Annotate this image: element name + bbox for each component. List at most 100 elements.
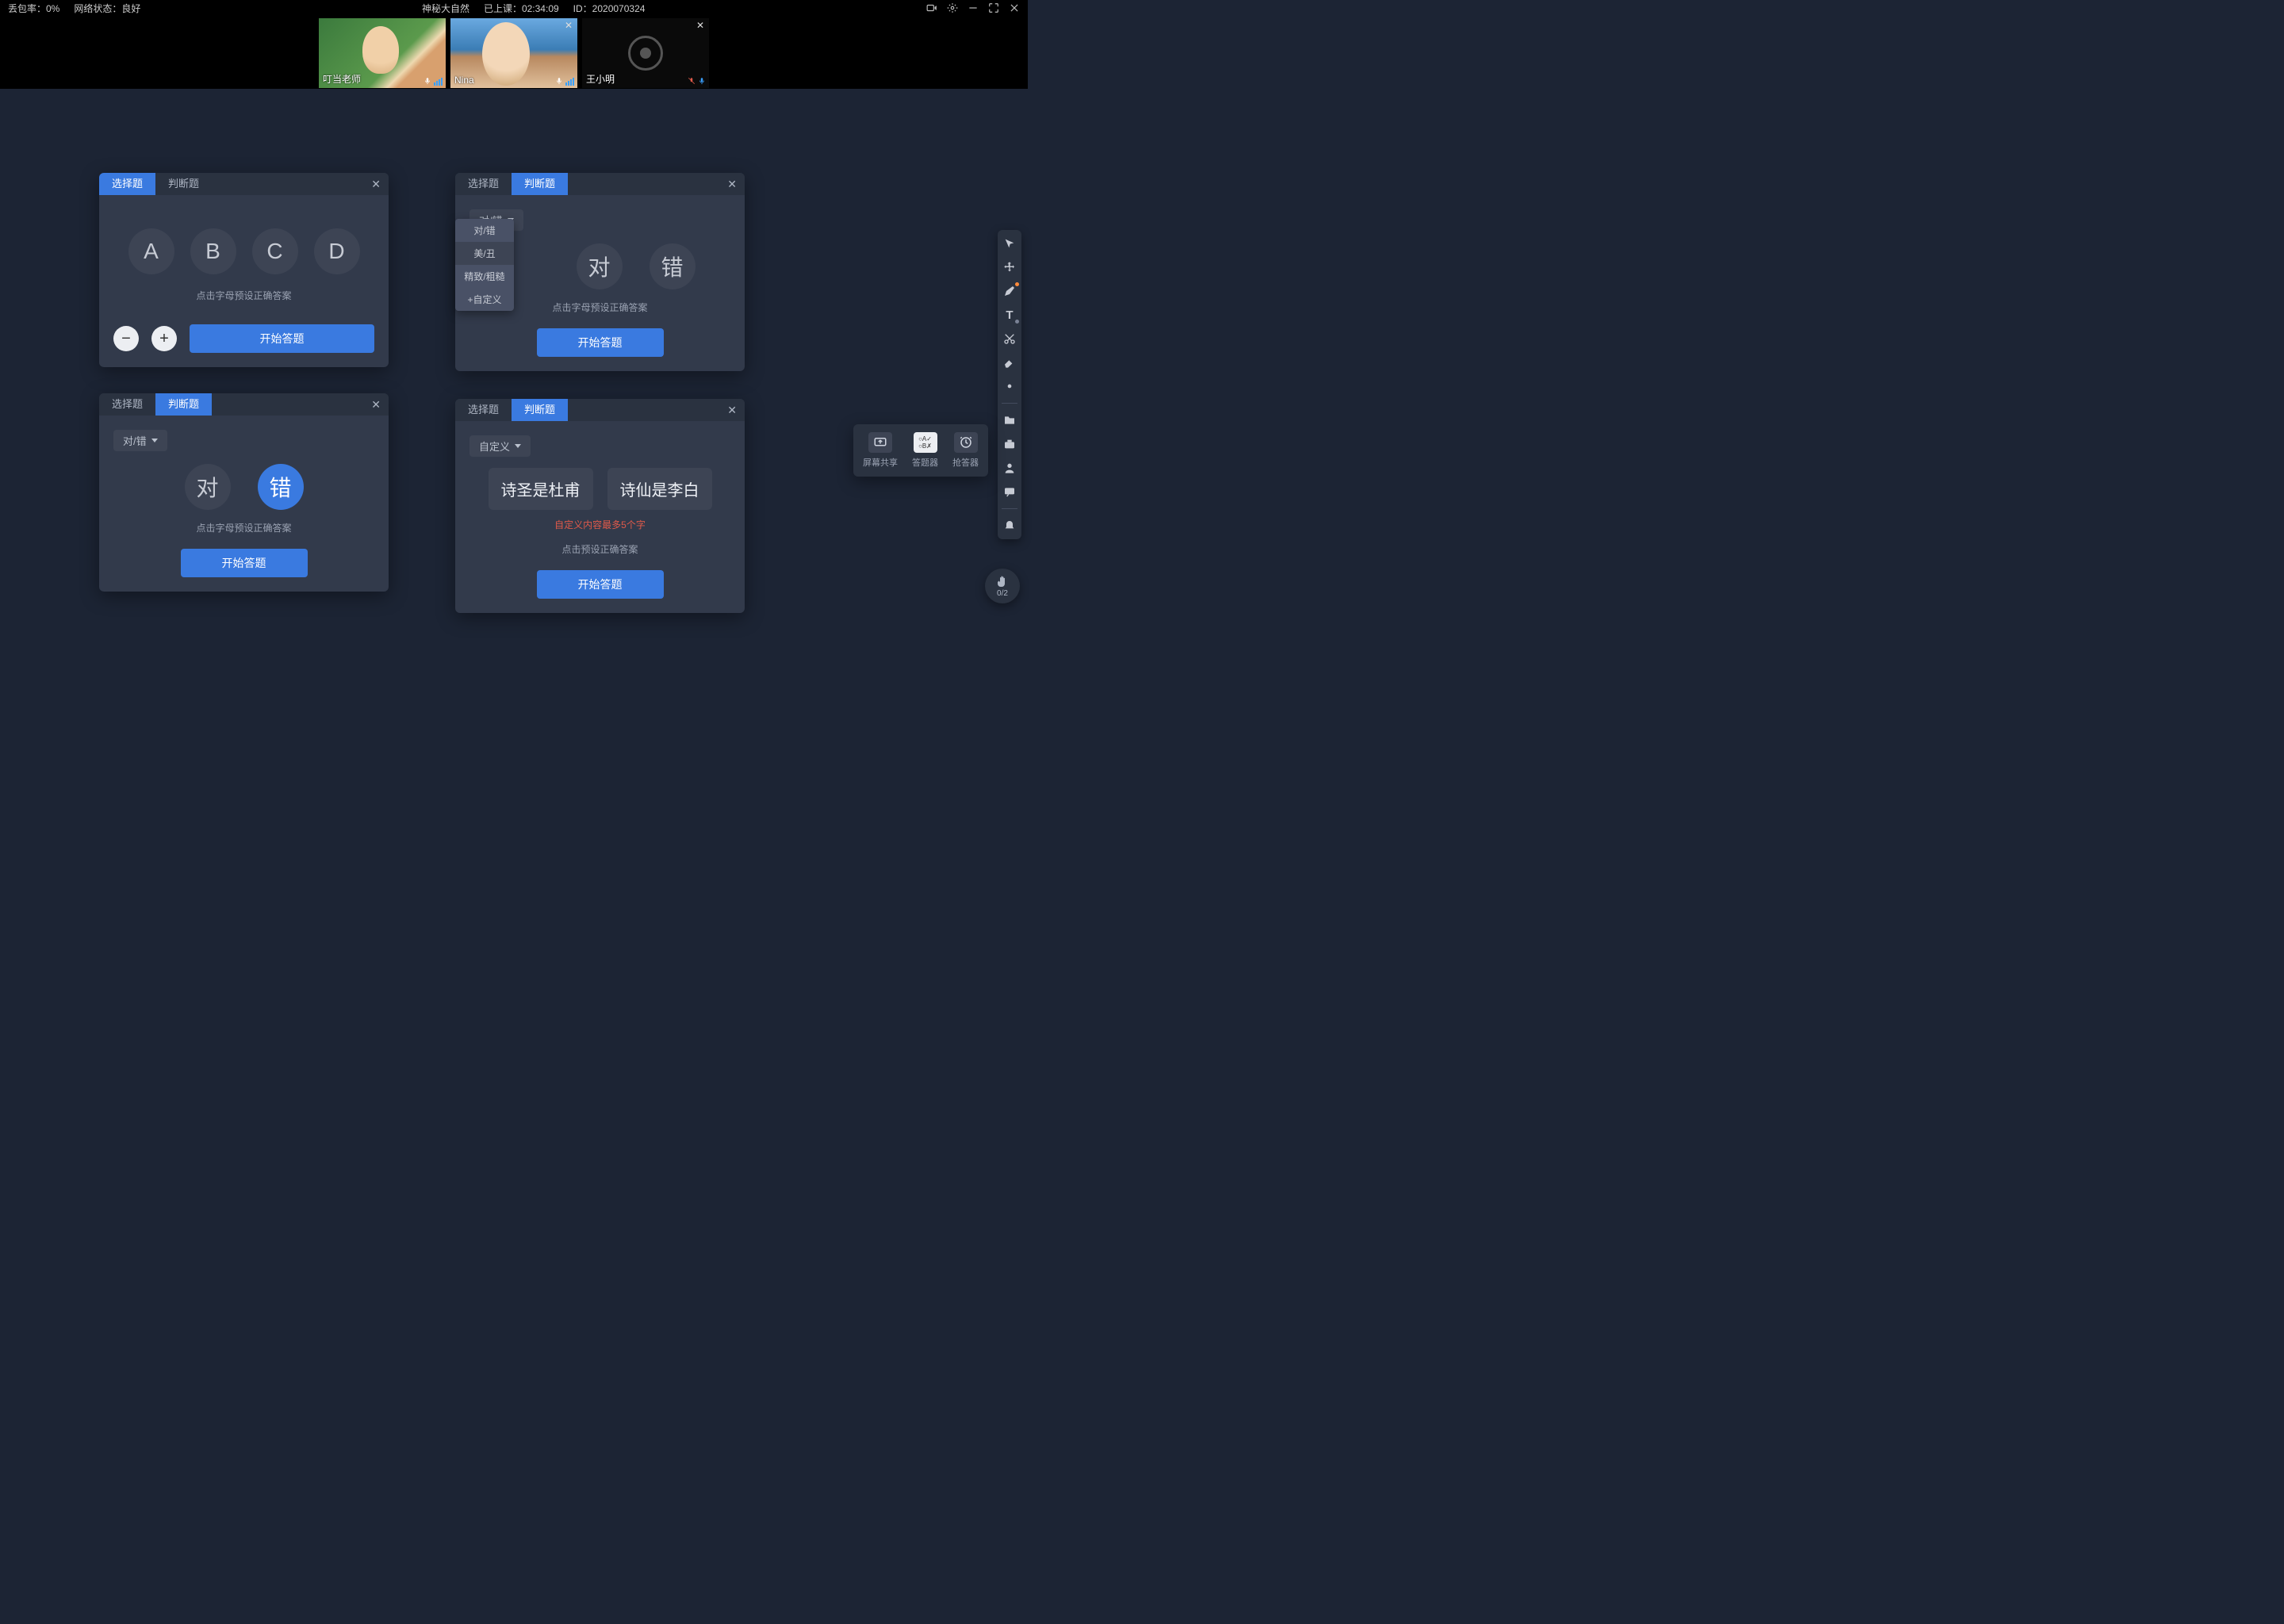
hand-raise-badge[interactable]: 0/2 [985,569,1020,603]
hand-icon [995,575,1010,589]
dropdown-item[interactable]: 对/错 [455,219,514,242]
volume-icon [434,78,443,86]
laser-tool-icon[interactable] [1002,379,1017,393]
top-bar: 丢包率：0% 网络状态：良好 神秘大自然 已上课：02:34:09 ID：202… [0,0,1028,16]
answer-panel-tf-dropdown: 选择题 判断题 ✕ 对/错 对/错 美/丑 精致/粗糙 +自定义 对 错 点击字… [455,173,745,371]
tf-type-select[interactable]: 对/错 [113,430,167,451]
tab-multiple-choice[interactable]: 选择题 [99,173,155,195]
mc-option[interactable]: C [252,228,298,274]
start-answer-button[interactable]: 开始答题 [537,570,664,599]
tool-label: 答题器 [912,456,938,469]
custom-option-1[interactable]: 诗圣是杜甫 [489,468,593,510]
session-id: ID：2020070324 [573,2,646,15]
close-icon[interactable] [1009,2,1020,13]
close-icon[interactable]: ✕ [363,178,389,191]
tf-option-true[interactable]: 对 [577,243,623,289]
answer-clicker-button[interactable]: ○A✓○B✗ 答题器 [912,432,938,469]
hint-text: 点击字母预设正确答案 [113,289,374,302]
move-tool-icon[interactable] [1002,260,1017,274]
tf-option-true[interactable]: 对 [185,464,231,510]
mic-icon [555,76,563,86]
custom-option-2[interactable]: 诗仙是李白 [607,468,712,510]
dropdown-item[interactable]: 精致/粗糙 [455,265,514,288]
bell-tool-icon[interactable] [1002,519,1017,533]
answer-clicker-icon: ○A✓○B✗ [914,432,937,453]
close-icon[interactable]: ✕ [719,404,745,417]
tf-option-false[interactable]: 错 [650,243,696,289]
record-icon[interactable] [926,2,937,13]
answer-panel-tf-selected: 选择题 判断题 ✕ 对/错 对 错 点击字母预设正确答案 开始答题 [99,393,389,592]
tool-label: 抢答器 [952,456,979,469]
pen-tool-icon[interactable] [1002,284,1017,298]
screen-share-icon [868,432,892,453]
tab-true-false[interactable]: 判断题 [512,173,568,195]
video-tile-student-1[interactable]: ✕ Nina [450,18,577,88]
tab-true-false[interactable]: 判断题 [155,173,212,195]
tab-multiple-choice[interactable]: 选择题 [99,393,155,416]
answer-panel-tf-custom: 选择题 判断题 ✕ 自定义 诗圣是杜甫 诗仙是李白 自定义内容最多5个字 点击预… [455,399,745,613]
select-value: 对/错 [123,433,147,448]
users-tool-icon[interactable] [1002,461,1017,475]
tf-option-false[interactable]: 错 [258,464,304,510]
dropdown-item[interactable]: 美/丑 [455,242,514,265]
video-name-label: 叮当老师 [323,72,361,86]
select-value: 自定义 [479,439,510,454]
start-answer-button[interactable]: 开始答题 [537,328,664,357]
tab-multiple-choice[interactable]: 选择题 [455,399,512,421]
right-toolbar: T [998,230,1021,539]
mc-option[interactable]: A [128,228,174,274]
hint-text: 点击预设正确答案 [469,542,730,556]
toolbox-tool-icon[interactable] [1002,437,1017,451]
mic-icon [698,76,706,86]
settings-icon[interactable] [947,2,958,13]
increase-button[interactable]: + [151,326,177,351]
tools-popup: 屏幕共享 ○A✓○B✗ 答题器 抢答器 [853,424,988,477]
cut-tool-icon[interactable] [1002,331,1017,346]
buzzer-button[interactable]: 抢答器 [952,432,979,469]
pointer-tool-icon[interactable] [1002,236,1017,251]
tf-type-select[interactable]: 自定义 [469,435,531,457]
tf-type-dropdown: 对/错 美/丑 精致/粗糙 +自定义 [455,219,514,311]
answer-panel-mc: 选择题 判断题 ✕ A B C D 点击字母预设正确答案 − + 开始答题 [99,173,389,367]
network-status: 网络状态：良好 [74,2,140,15]
chevron-down-icon [151,439,158,442]
mc-option[interactable]: D [314,228,360,274]
chat-tool-icon[interactable] [1002,485,1017,499]
fullscreen-icon[interactable] [988,2,999,13]
mic-icon [423,76,431,86]
video-tile-teacher[interactable]: 叮当老师 [319,18,446,88]
video-name-label: Nina [454,75,474,86]
buzzer-icon [954,432,978,453]
class-title: 神秘大自然 [422,2,469,15]
hand-raise-count: 0/2 [997,589,1008,598]
chevron-down-icon [515,444,521,448]
screen-share-button[interactable]: 屏幕共享 [863,432,898,469]
hint-text: 点击字母预设正确答案 [113,521,374,534]
packet-loss-status: 丢包率：0% [8,2,59,15]
video-tile-student-2[interactable]: ✕ 王小明 [582,18,709,88]
text-tool-icon[interactable]: T [1002,308,1017,322]
video-row: 叮当老师 ✕ Nina ✕ 王小明 [0,16,1028,89]
camera-off-icon [628,36,663,71]
folder-tool-icon[interactable] [1002,413,1017,427]
tab-true-false[interactable]: 判断题 [512,399,568,421]
close-icon[interactable]: ✕ [565,20,573,31]
tool-label: 屏幕共享 [863,456,898,469]
start-answer-button[interactable]: 开始答题 [190,324,374,353]
volume-icon [565,78,574,86]
tab-multiple-choice[interactable]: 选择题 [455,173,512,195]
tab-true-false[interactable]: 判断题 [155,393,212,416]
eraser-tool-icon[interactable] [1002,355,1017,370]
decrease-button[interactable]: − [113,326,139,351]
mic-muted-icon [688,76,696,86]
close-icon[interactable]: ✕ [719,178,745,191]
mc-option[interactable]: B [190,228,236,274]
close-icon[interactable]: ✕ [363,398,389,412]
elapsed-time: 已上课：02:34:09 [484,2,559,15]
start-answer-button[interactable]: 开始答题 [181,549,308,577]
minimize-icon[interactable] [968,2,979,13]
limit-warning: 自定义内容最多5个字 [469,518,730,531]
dropdown-item[interactable]: +自定义 [455,288,514,311]
video-name-label: 王小明 [586,72,615,86]
close-icon[interactable]: ✕ [696,20,704,31]
